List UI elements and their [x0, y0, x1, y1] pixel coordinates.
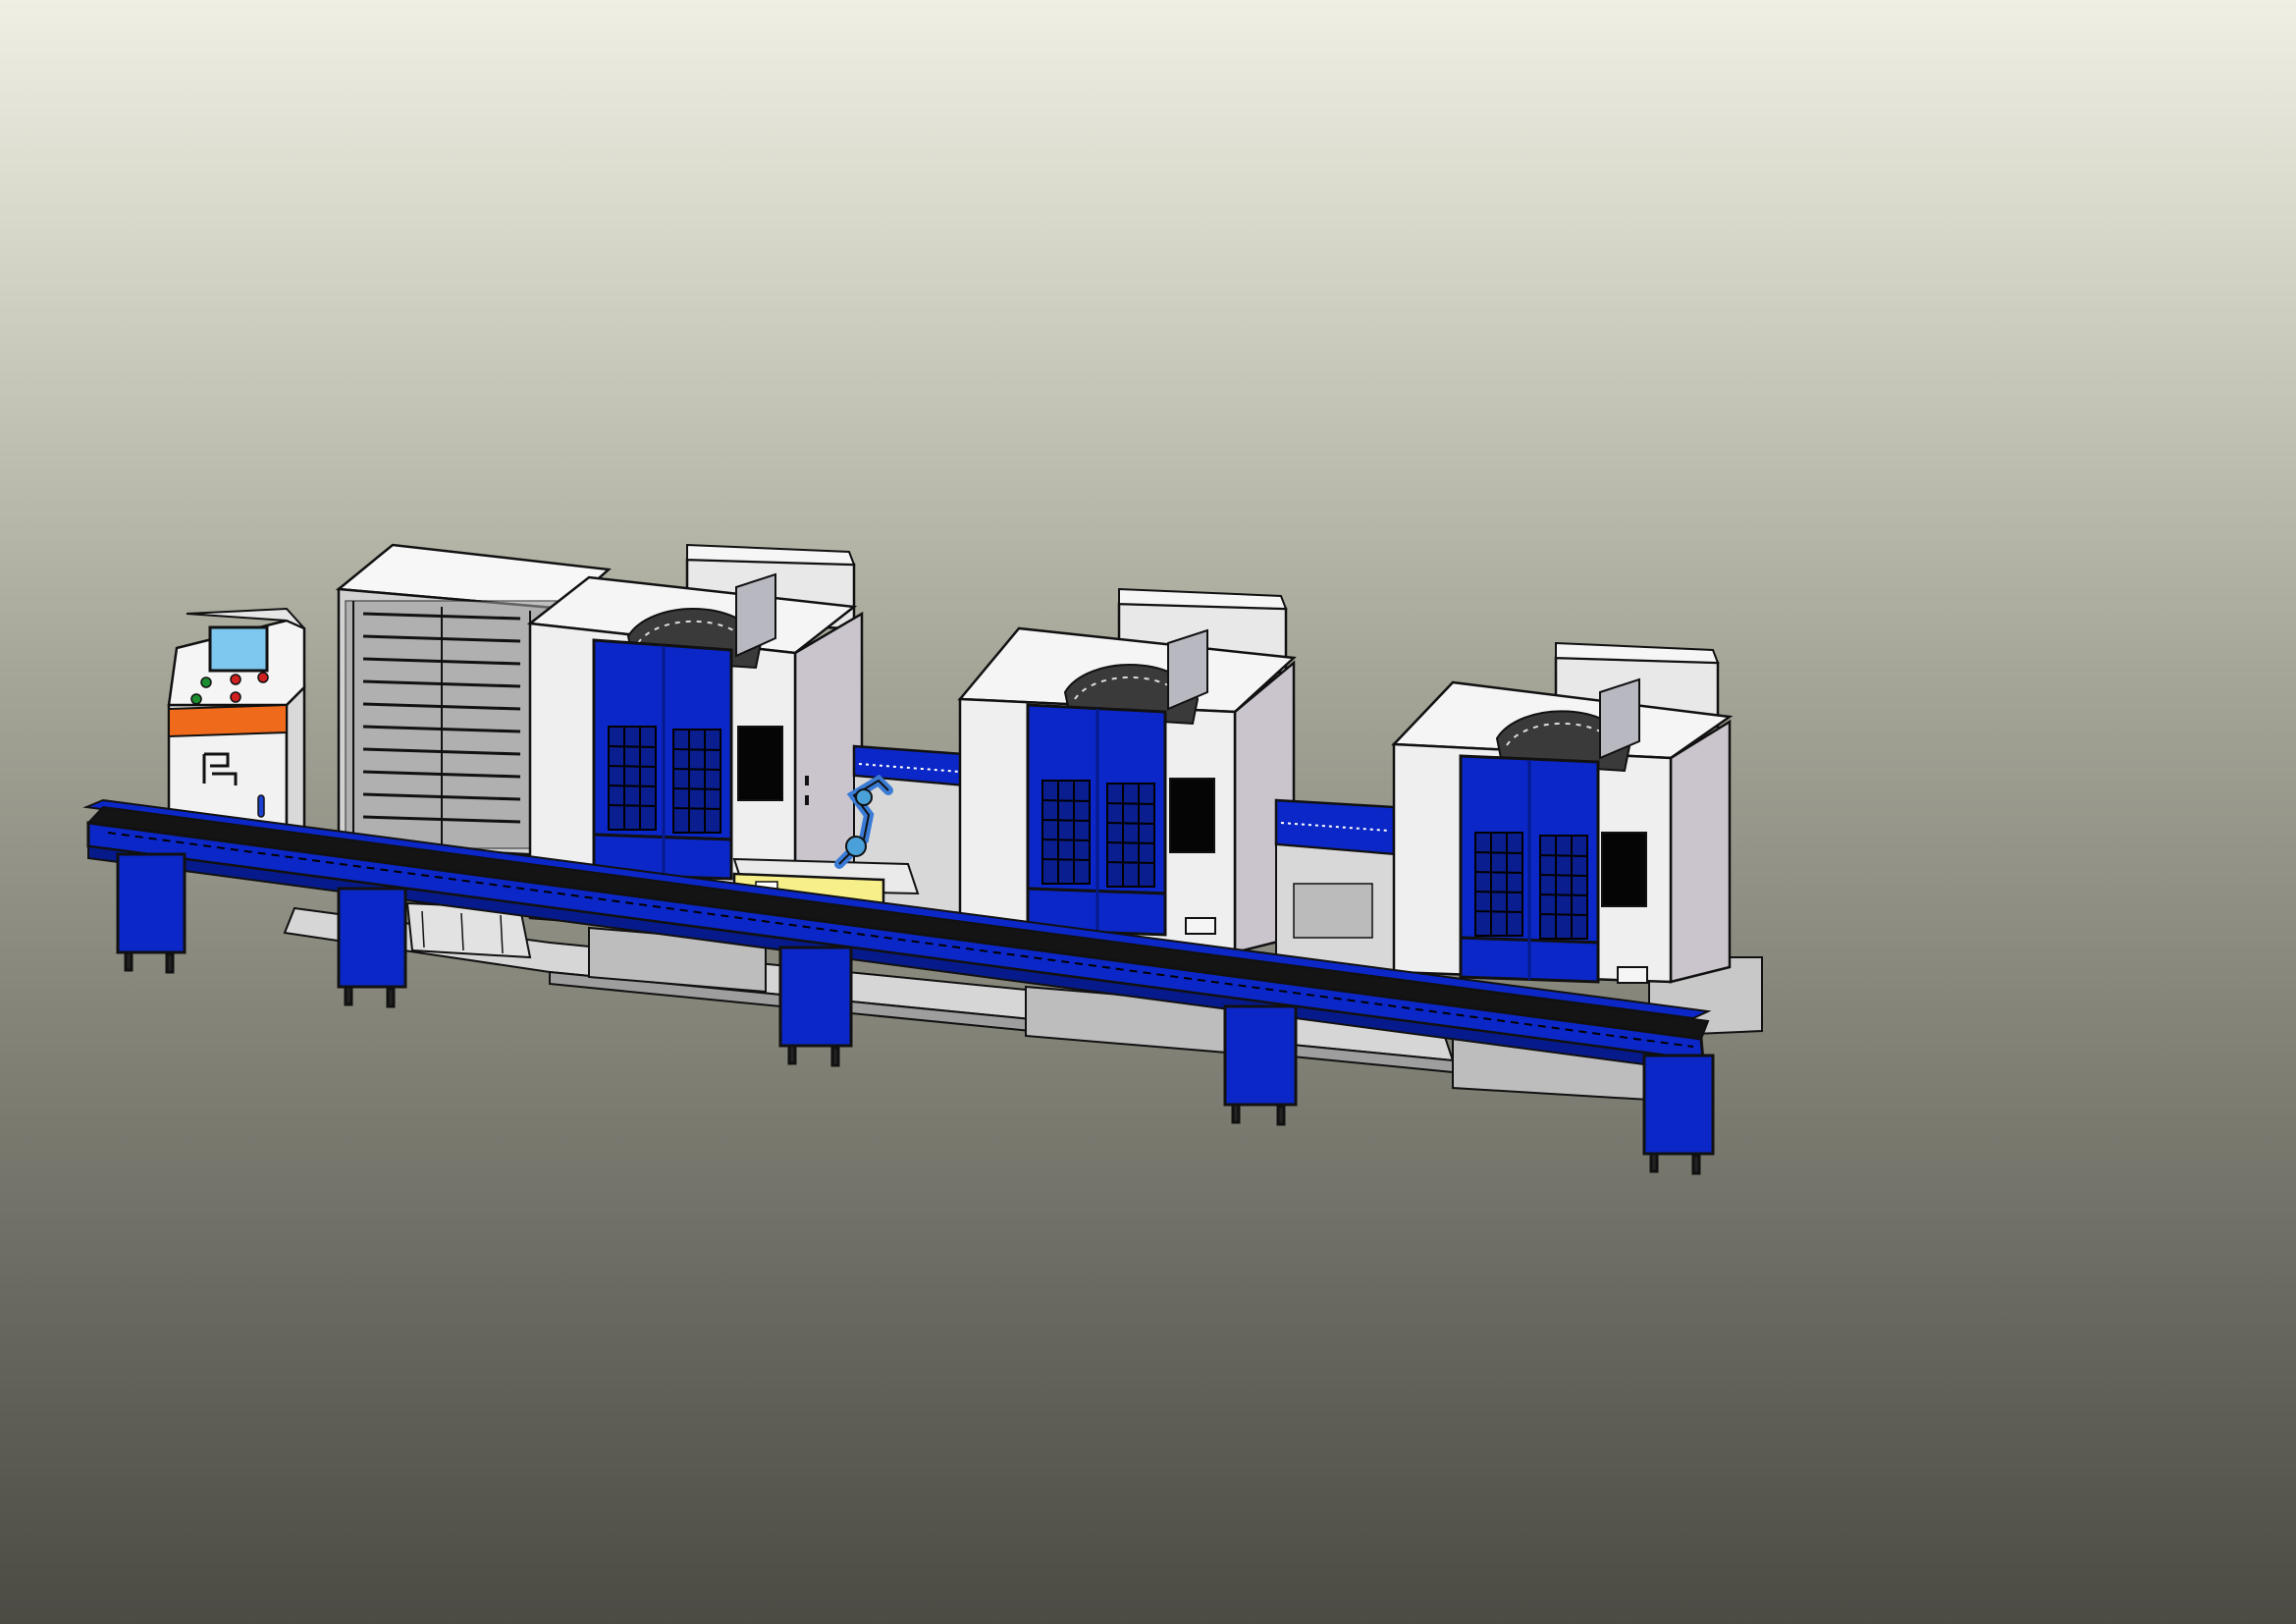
operator-panel-screen-3[interactable]	[1601, 832, 1647, 907]
operator-panel-screen[interactable]	[737, 726, 783, 801]
cad-viewport[interactable]	[0, 0, 2296, 1624]
start-button[interactable]	[200, 677, 212, 688]
machining-center-3[interactable]	[1391, 641, 1734, 984]
machining-center-2[interactable]	[957, 587, 1297, 954]
stop-button[interactable]	[230, 674, 241, 685]
hmi-touch-screen[interactable]	[208, 625, 269, 673]
operator-panel-screen-2[interactable]	[1169, 778, 1215, 853]
tray-conveyor-2	[1274, 798, 1396, 974]
orange-band	[168, 703, 288, 738]
reset-button[interactable]	[257, 672, 269, 683]
control-cabinet	[167, 607, 306, 847]
automation-line-model	[82, 543, 1763, 1175]
